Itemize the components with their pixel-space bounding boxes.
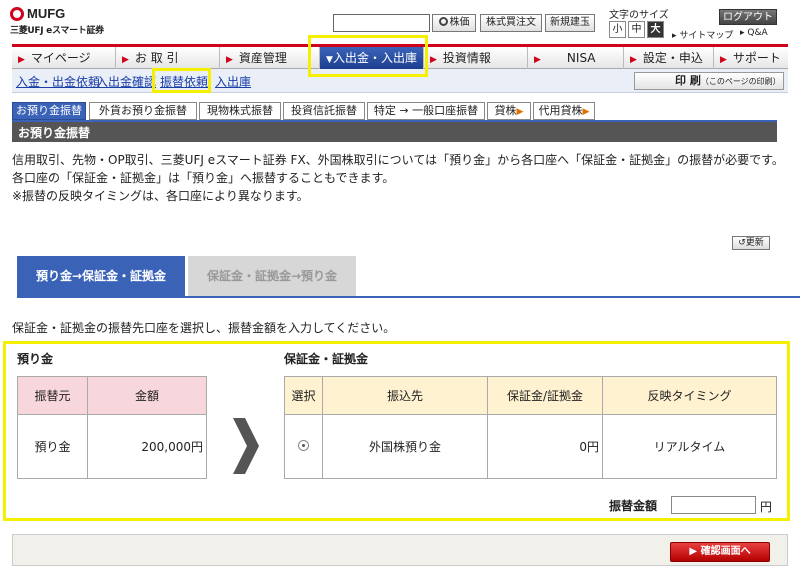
panel-tab-to-deposit[interactable]: 保証金・証拠金→預り金 [188,256,356,296]
refresh-icon: ↺ [738,238,746,248]
nav-nisa[interactable]: ▶ NISA [528,47,624,69]
stock-buy-order-button[interactable]: 株式買注文 [480,14,542,32]
arrow-right-icon: ▶ [630,55,637,65]
destination-label: 保証金・証拠金 [284,352,369,366]
description: 信用取引、先物・OP取引、三菱UFJ eスマート証券 FX、外国株取引については… [12,153,784,203]
col-header: 金額 [87,376,207,415]
col-header: 振込先 [322,376,488,415]
arrow-right-icon: ▶ [720,55,727,65]
arrow-right-icon: ▶ [226,55,233,65]
subnav-securities-transfer[interactable]: 入出庫 [215,73,251,90]
panel-tab-underline [17,296,800,298]
arrow-right-icon: ▶ [122,55,129,65]
new-position-button[interactable]: 新規建玉 [545,14,595,32]
print-button[interactable]: 印 刷（このページの印刷） [634,72,784,90]
font-small-button[interactable]: 小 [609,21,626,38]
mufg-logo[interactable]: MUFG 三菱UFJ eスマート証券 [10,6,104,36]
brand-subtitle: 三菱UFJ eスマート証券 [10,26,104,36]
table-row: 外国株預り金 0円 リアルタイム [284,414,777,479]
panel-tab-to-margin[interactable]: 預り金→保証金・証拠金 [17,256,185,296]
col-header: 保証金/証拠金 [487,376,603,415]
nav-assets[interactable]: ▶ 資産管理 [220,47,320,69]
mufg-logo-icon [10,6,24,21]
col-header: 反映タイミング [602,376,777,415]
nav-settings[interactable]: ▶ 設定・申込 [624,47,714,69]
confirm-button[interactable]: ▶ 確認画面へ [670,542,770,562]
nav-support[interactable]: ▶ サポート [714,47,788,69]
arrow-right-icon: ▶ [516,107,524,117]
col-header: 選択 [284,376,323,415]
instruction-text: 保証金・証拠金の振替先口座を選択し、振替金額を入力してください。 [12,321,396,335]
tab-substitute-lending[interactable]: 代用貸株▶ [533,102,595,120]
font-size-label: 文字のサイズ [609,10,669,21]
transfer-amount-input[interactable] [671,496,756,514]
subnav-deposit-confirm[interactable]: 入出金確認 [96,73,156,90]
tab-fund-transfer[interactable]: 投資信託振替 [283,102,365,120]
tab-specific-to-general[interactable]: 特定 → 一般口座振替 [367,102,485,120]
qa-link[interactable]: ▸ Q&A [740,28,768,38]
stock-price-button[interactable]: 株価 [432,14,476,32]
highlight-nav [308,35,428,77]
amount-label: 振替金額 [609,499,658,513]
amount-unit: 円 [760,500,773,514]
logout-button[interactable]: ログアウト [719,9,777,25]
source-table: 振替元 金額 預り金 200,000円 [17,376,207,479]
chevron-right-icon [233,418,259,474]
table-row: 預り金 200,000円 [17,414,207,479]
destination-radio[interactable] [298,439,309,451]
arrow-right-icon: ▶ [582,107,590,117]
col-header: 振替元 [17,376,88,415]
destination-table: 選択 振込先 保証金/証拠金 反映タイミング 外国株預り金 0円 リアルタイム [284,376,777,479]
source-label: 預り金 [17,352,54,366]
nav-investment-info[interactable]: ▶ 投資情報 [424,47,528,69]
highlight-subnav [152,68,211,93]
sitemap-link[interactable]: ▸ サイトマップ [672,28,733,41]
arrow-right-icon: ▶ [18,55,25,65]
tab-fx-deposit-transfer[interactable]: 外貨お預り金振替 [89,102,197,120]
page-title: お預り金振替 [12,120,777,142]
nav-mypage[interactable]: ▶ マイページ [12,47,116,69]
subnav-deposit-withdraw-request[interactable]: 入金・出金依頼 [16,73,100,90]
nav-trade[interactable]: ▶ お 取 引 [116,47,220,69]
tab-lending[interactable]: 貸株▶ [487,102,531,120]
search-icon [438,17,448,26]
font-medium-button[interactable]: 中 [628,21,645,38]
font-large-button[interactable]: 大 [647,21,664,38]
tab-deposit-transfer[interactable]: お預り金振替 [12,102,86,120]
stock-search-input[interactable] [333,14,430,32]
arrow-right-icon: ▶ [430,55,437,65]
brand-name: MUFG [27,6,66,21]
refresh-button[interactable]: ↺更新 [732,236,770,250]
arrow-right-icon: ▶ [534,55,541,65]
arrow-right-icon: ▶ [689,546,701,557]
tab-stock-transfer[interactable]: 現物株式振替 [199,102,281,120]
